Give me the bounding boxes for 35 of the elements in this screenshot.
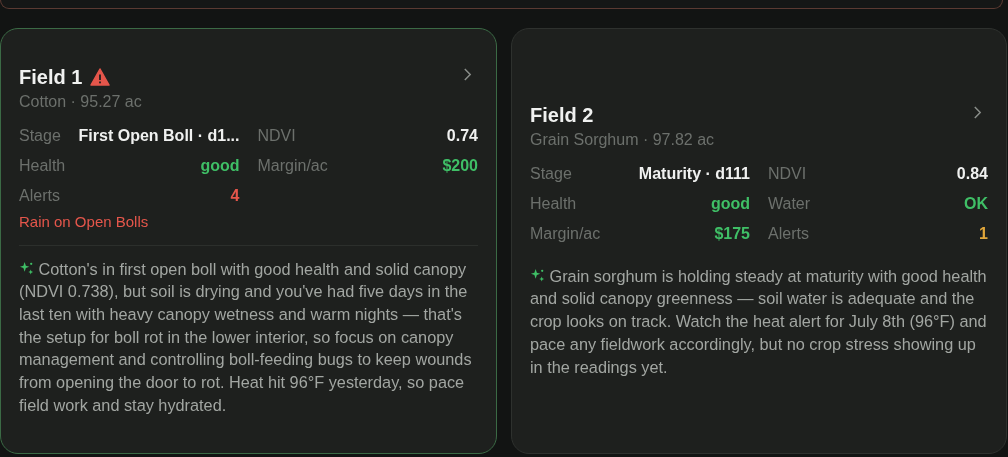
stat-label: NDVI (768, 163, 807, 184)
field-card[interactable] (511, 28, 1007, 454)
stat-label: Health (530, 193, 577, 214)
stat-label: Alerts (19, 185, 60, 206)
stat-value: 0.84 (956, 163, 988, 184)
stat-value: 0.74 (446, 125, 478, 146)
stat-value: good (710, 193, 750, 214)
stat-value: $200 (442, 155, 478, 176)
stat-value: First Open Boll · d1... (78, 125, 240, 146)
stat-label: Alerts (768, 223, 809, 244)
crop-subtitle: Cotton · 95.27 ac (19, 92, 143, 111)
chevron-right-icon[interactable] (973, 105, 982, 119)
summary-text: Grain sorghum is holding steady at maturity with good health and solid canopy greenness — soil water is adequate and the crop looks on track. Watch the heat alert for July 8th (96°F) and pace any fieldwork accordingly, but no crop stress showing up in the readings yet. (530, 265, 988, 378)
crop-subtitle: Grain Sorghum · 97.82 ac (530, 130, 716, 149)
stat-label: Margin/ac (530, 223, 601, 244)
stat-label: NDVI (257, 125, 296, 146)
summary-text: Cotton's in first open boll with good health and solid canopy (NDVI 0.738), but soil is drying and you've had five days in the last ten with heavy canopy wetness and warm nights — that's the setup for boll rot in the lower interior, so focus on canopy management and controlling boll-feeding bugs to keep wounds from opening the door to rot. Heat hit 96°F yesterday, so pace field work and stay hydrated. (19, 258, 473, 416)
chevron-right-icon[interactable] (463, 67, 472, 81)
stat-value: good (200, 155, 240, 176)
stat-label: Stage (530, 163, 572, 184)
sparkle-icon (19, 260, 34, 276)
field-title: Field 2 (530, 103, 594, 127)
stat-value: 4 (230, 185, 240, 206)
stat-label: Margin/ac (257, 155, 328, 176)
stat-value: OK (964, 193, 988, 214)
stat-label: Stage (19, 125, 61, 146)
field-title: Field 1 (19, 65, 83, 89)
stat-value: 1 (979, 223, 988, 244)
field-card[interactable] (0, 28, 497, 454)
stat-label: Water (768, 193, 811, 214)
stat-value: $175 (714, 223, 750, 244)
stat-value: Maturity · d111 (638, 163, 750, 184)
sparkle-icon (530, 267, 545, 283)
stat-label: Health (19, 155, 66, 176)
alert-text: Rain on Open Bolls (19, 212, 150, 232)
